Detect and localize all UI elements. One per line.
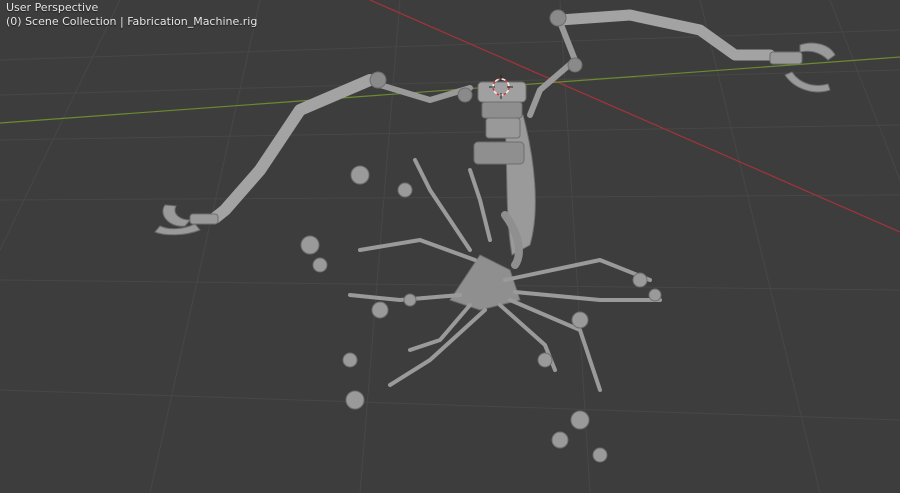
viewport-info-overlay: User Perspective (0) Scene Collection | … <box>6 1 257 29</box>
view-perspective-label: User Perspective <box>6 1 99 14</box>
rig-left-arm <box>209 74 376 224</box>
viewport-canvas[interactable] <box>0 0 900 493</box>
floor-grid <box>0 0 900 493</box>
scene-collection-label: (0) Scene Collection | Fabrication_Machi… <box>6 15 258 28</box>
fabrication-machine-rig[interactable] <box>154 9 836 463</box>
rig-right-claw <box>769 42 836 93</box>
y-axis-line <box>0 56 900 124</box>
3d-viewport[interactable]: User Perspective (0) Scene Collection | … <box>0 0 900 493</box>
